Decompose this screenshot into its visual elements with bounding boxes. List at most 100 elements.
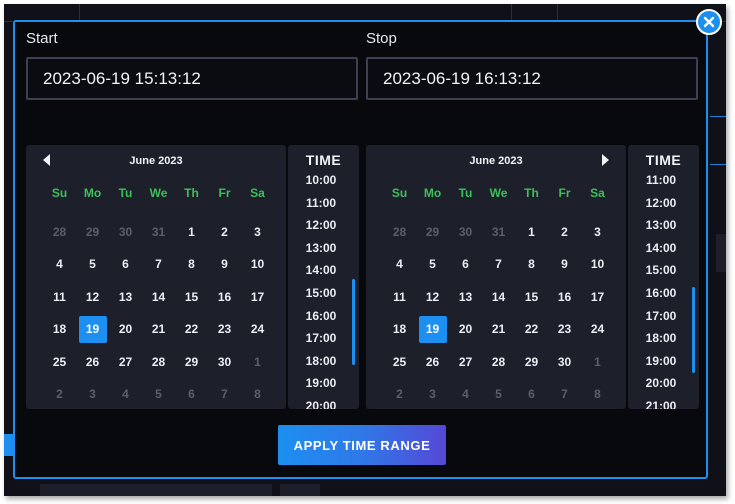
day-cell[interactable]: 11: [383, 281, 416, 314]
day-cell[interactable]: 13: [109, 281, 142, 314]
day-cell[interactable]: 28: [383, 216, 416, 249]
apply-time-range-button[interactable]: APPLY TIME RANGE: [278, 425, 446, 465]
day-cell[interactable]: 20: [109, 313, 142, 346]
day-cell[interactable]: 6: [449, 248, 482, 281]
day-cell[interactable]: 15: [515, 281, 548, 314]
day-cell[interactable]: 29: [76, 216, 109, 249]
day-cell[interactable]: 30: [208, 346, 241, 379]
time-option[interactable]: 10:00: [288, 169, 354, 192]
day-cell[interactable]: 3: [241, 216, 274, 249]
day-cell[interactable]: 10: [581, 248, 614, 281]
day-cell[interactable]: 14: [482, 281, 515, 314]
day-cell[interactable]: 30: [548, 346, 581, 379]
time-option[interactable]: 12:00: [288, 214, 354, 237]
day-cell[interactable]: 5: [416, 248, 449, 281]
day-cell[interactable]: 12: [76, 281, 109, 314]
day-cell[interactable]: 3: [416, 378, 449, 411]
time-option[interactable]: 15:00: [628, 259, 694, 282]
day-cell[interactable]: 27: [449, 346, 482, 379]
day-cell[interactable]: 26: [416, 346, 449, 379]
time-option[interactable]: 17:00: [288, 327, 354, 350]
day-cell[interactable]: 22: [175, 313, 208, 346]
day-cell[interactable]: 8: [515, 248, 548, 281]
day-cell[interactable]: 1: [175, 216, 208, 249]
time-option[interactable]: 19:00: [288, 372, 354, 395]
day-cell[interactable]: 25: [383, 346, 416, 379]
day-cell[interactable]: 31: [142, 216, 175, 249]
day-cell[interactable]: 17: [241, 281, 274, 314]
day-cell[interactable]: 26: [76, 346, 109, 379]
stop-field[interactable]: 2023-06-19 16:13:12: [366, 57, 698, 100]
day-cell[interactable]: 7: [142, 248, 175, 281]
day-cell[interactable]: 16: [548, 281, 581, 314]
day-cell[interactable]: 3: [581, 216, 614, 249]
day-cell[interactable]: 7: [482, 248, 515, 281]
selected-day[interactable]: 19: [416, 313, 449, 346]
start-field[interactable]: 2023-06-19 15:13:12: [26, 57, 358, 100]
time-option[interactable]: 12:00: [628, 192, 694, 215]
day-cell[interactable]: 4: [109, 378, 142, 411]
time-option[interactable]: 17:00: [628, 305, 694, 328]
day-cell[interactable]: 30: [109, 216, 142, 249]
day-cell[interactable]: 29: [175, 346, 208, 379]
day-cell[interactable]: 9: [208, 248, 241, 281]
day-cell[interactable]: 24: [241, 313, 274, 346]
day-cell[interactable]: 10: [241, 248, 274, 281]
day-cell[interactable]: 1: [581, 346, 614, 379]
time-option[interactable]: 16:00: [628, 282, 694, 305]
time-option[interactable]: 21:00: [628, 395, 694, 409]
close-button[interactable]: [696, 9, 722, 35]
day-cell[interactable]: 3: [76, 378, 109, 411]
day-cell[interactable]: 21: [142, 313, 175, 346]
day-cell[interactable]: 6: [515, 378, 548, 411]
day-cell[interactable]: 28: [482, 346, 515, 379]
day-cell[interactable]: 7: [548, 378, 581, 411]
day-cell[interactable]: 18: [43, 313, 76, 346]
day-cell[interactable]: 5: [482, 378, 515, 411]
time-option[interactable]: 20:00: [628, 372, 694, 395]
day-cell[interactable]: 4: [449, 378, 482, 411]
day-cell[interactable]: 2: [383, 378, 416, 411]
day-cell[interactable]: 23: [548, 313, 581, 346]
day-cell[interactable]: 14: [142, 281, 175, 314]
time-option[interactable]: 18:00: [288, 350, 354, 373]
chevron-right-icon[interactable]: [602, 154, 609, 166]
day-cell[interactable]: 15: [175, 281, 208, 314]
day-cell[interactable]: 13: [449, 281, 482, 314]
day-cell[interactable]: 1: [241, 346, 274, 379]
day-cell[interactable]: 20: [449, 313, 482, 346]
time-option[interactable]: 11:00: [628, 169, 694, 192]
day-cell[interactable]: 21: [482, 313, 515, 346]
day-cell[interactable]: 18: [383, 313, 416, 346]
day-cell[interactable]: 4: [43, 248, 76, 281]
day-cell[interactable]: 2: [548, 216, 581, 249]
day-cell[interactable]: 9: [548, 248, 581, 281]
day-cell[interactable]: 16: [208, 281, 241, 314]
time-option[interactable]: 16:00: [288, 305, 354, 328]
day-cell[interactable]: 8: [241, 378, 274, 411]
day-cell[interactable]: 6: [109, 248, 142, 281]
day-cell[interactable]: 1: [515, 216, 548, 249]
day-cell[interactable]: 24: [581, 313, 614, 346]
day-cell[interactable]: 29: [416, 216, 449, 249]
day-cell[interactable]: 31: [482, 216, 515, 249]
day-cell[interactable]: 29: [515, 346, 548, 379]
day-cell[interactable]: 4: [383, 248, 416, 281]
time-option[interactable]: 14:00: [288, 259, 354, 282]
day-cell[interactable]: 2: [208, 216, 241, 249]
day-cell[interactable]: 22: [515, 313, 548, 346]
day-cell[interactable]: 8: [581, 378, 614, 411]
time-option[interactable]: 20:00: [288, 395, 354, 409]
day-cell[interactable]: 8: [175, 248, 208, 281]
day-cell[interactable]: 25: [43, 346, 76, 379]
day-cell[interactable]: 28: [142, 346, 175, 379]
day-cell[interactable]: 7: [208, 378, 241, 411]
time-option[interactable]: 13:00: [288, 237, 354, 260]
time-option[interactable]: 19:00: [628, 350, 694, 373]
time-scrollbar[interactable]: [692, 287, 695, 373]
selected-day[interactable]: 19: [76, 313, 109, 346]
day-cell[interactable]: 28: [43, 216, 76, 249]
day-cell[interactable]: 6: [175, 378, 208, 411]
time-option[interactable]: 18:00: [628, 327, 694, 350]
day-cell[interactable]: 2: [43, 378, 76, 411]
